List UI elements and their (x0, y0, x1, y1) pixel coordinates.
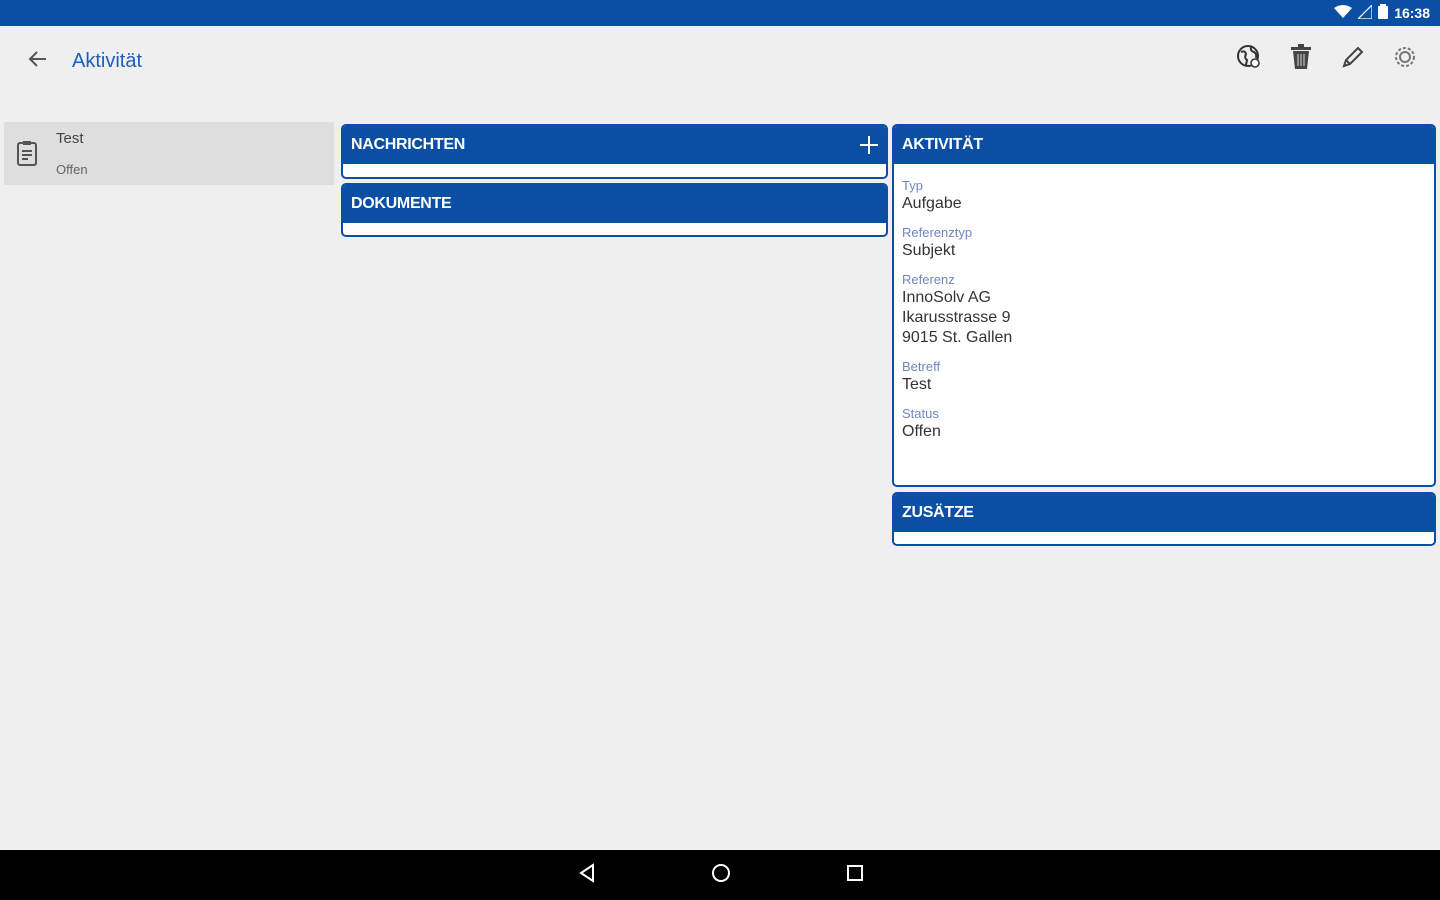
messages-title: NACHRICHTEN (351, 136, 466, 153)
activity-details: Typ Aufgabe Referenztyp Subjekt Referenz… (894, 164, 1434, 442)
system-nav-bar (0, 850, 1440, 900)
activity-header: AKTIVITÄT (894, 126, 1434, 164)
arrow-left-icon (26, 48, 48, 75)
gear-icon (1392, 44, 1418, 75)
circle-home-icon (711, 863, 731, 888)
nav-home-button[interactable] (709, 863, 733, 887)
add-message-button[interactable] (858, 134, 880, 156)
extras-header[interactable]: ZUSÄTZE (894, 494, 1434, 532)
wifi-icon (1334, 4, 1353, 22)
page-title: Aktivität (72, 50, 143, 72)
field-value: Aufgabe (902, 195, 962, 212)
clipboard-icon (16, 140, 38, 171)
globe-button[interactable] (1232, 42, 1266, 76)
field-type: Typ Aufgabe (902, 178, 1426, 214)
activity-card: AKTIVITÄT Typ Aufgabe Referenztyp Subjek… (892, 124, 1436, 487)
reference-company: InnoSolv AG (902, 289, 991, 306)
reference-street: Ikarusstrasse 9 (902, 309, 1011, 326)
field-value: Subjekt (902, 242, 956, 259)
settings-button[interactable] (1388, 42, 1422, 76)
pencil-icon (1341, 45, 1365, 74)
back-button[interactable] (22, 46, 52, 76)
field-value: Offen (902, 423, 941, 440)
extras-card: ZUSÄTZE (892, 492, 1436, 546)
delete-button[interactable] (1284, 42, 1318, 76)
messages-header: NACHRICHTEN (343, 126, 886, 164)
edit-button[interactable] (1336, 42, 1370, 76)
field-label: Betreff (902, 359, 941, 374)
activity-list: Test Offen (0, 96, 337, 850)
nav-back-button[interactable] (575, 862, 599, 888)
activity-title: AKTIVITÄT (902, 136, 983, 153)
square-recents-icon (845, 863, 865, 888)
documents-title: DOKUMENTE (351, 195, 452, 212)
list-item-title: Test (56, 130, 84, 147)
globe-icon (1236, 44, 1262, 75)
extras-title: ZUSÄTZE (902, 504, 974, 521)
toolbar-actions (1232, 42, 1422, 76)
trash-icon (1290, 43, 1312, 75)
app-bar: Aktivität (0, 26, 1440, 96)
list-item-status: Offen (56, 162, 88, 177)
triangle-back-icon (577, 862, 597, 888)
status-bar: 16:38 (0, 0, 1440, 26)
field-subject: Betreff Test (902, 359, 1426, 395)
list-item[interactable]: Test Offen (4, 122, 334, 185)
reference-city: 9015 St. Gallen (902, 329, 1013, 346)
messages-card: NACHRICHTEN (341, 124, 888, 179)
status-icons: 16:38 (1334, 3, 1430, 22)
field-label: Typ (902, 178, 923, 193)
field-reference-type: Referenztyp Subjekt (902, 225, 1426, 261)
plus-icon (860, 136, 878, 154)
field-label: Referenz (902, 272, 955, 287)
field-value: Test (902, 376, 932, 393)
documents-header[interactable]: DOKUMENTE (343, 185, 886, 223)
documents-card: DOKUMENTE (341, 183, 888, 237)
nav-recents-button[interactable] (843, 863, 867, 887)
field-status: Status Offen (902, 406, 1426, 442)
field-label: Status (902, 406, 939, 421)
field-label: Referenztyp (902, 225, 973, 240)
battery-icon (1378, 4, 1389, 22)
field-reference: Referenz InnoSolv AG Ikarusstrasse 9 901… (902, 272, 1426, 348)
signal-icon (1356, 3, 1373, 22)
clock-time: 16:38 (1394, 5, 1430, 21)
